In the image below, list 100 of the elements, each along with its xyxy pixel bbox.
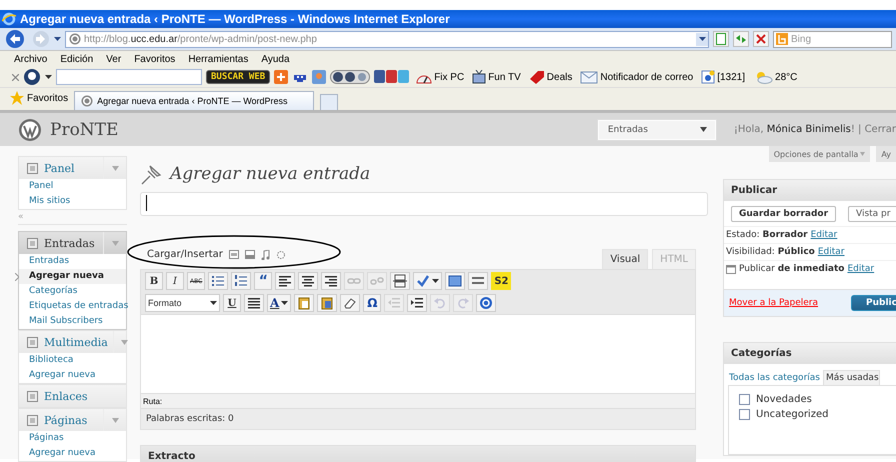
menu-item[interactable]: Ayuda	[260, 54, 291, 64]
sidebar-item[interactable]: Categorías	[19, 284, 126, 299]
edit-link[interactable]: Editar	[847, 264, 874, 274]
toolbar-search-field[interactable]	[56, 69, 202, 85]
checkbox[interactable]	[739, 394, 750, 405]
menu-section-header[interactable]: Panel	[19, 157, 126, 179]
bullet-list-button[interactable]	[208, 272, 228, 290]
menu-section-header[interactable]: Entradas	[19, 232, 126, 254]
menu-section-header[interactable]: Páginas	[19, 409, 126, 431]
sidebar-item[interactable]: Entradas	[19, 254, 126, 269]
toolbar-item[interactable]: Fun TV	[470, 70, 523, 84]
toolbar-item[interactable]: Notificador de correo	[578, 70, 696, 84]
social-icons-icon[interactable]	[374, 70, 410, 84]
sidebar-item[interactable]: Biblioteca	[19, 353, 126, 368]
post-title-field[interactable]	[140, 192, 708, 216]
justify-icon	[247, 296, 261, 310]
indent-button[interactable]	[407, 294, 428, 312]
plus-icon[interactable]	[274, 70, 288, 84]
menu-item[interactable]: Ver	[105, 54, 122, 64]
screen-options-tab[interactable]: Opciones de pantalla	[768, 146, 870, 162]
menu-section-header[interactable]: Enlaces	[19, 385, 126, 407]
menu-item[interactable]: Herramientas	[187, 54, 250, 64]
spellcheck-button[interactable]	[413, 272, 442, 290]
refresh-button[interactable]	[733, 31, 749, 47]
search-field[interactable]: Bing	[773, 30, 892, 48]
menu-item[interactable]: Edición	[59, 54, 94, 64]
underline-button[interactable]: U	[223, 294, 241, 312]
category-tab[interactable]: Todas las categorías	[726, 370, 821, 385]
subscribe2-button[interactable]: S2	[491, 272, 512, 290]
trash-link[interactable]: Mover a la Papelera	[729, 298, 818, 308]
search-field[interactable]: Bing	[791, 34, 881, 44]
edit-link[interactable]: Editar	[810, 230, 838, 240]
bold-button[interactable]: B	[145, 272, 163, 290]
favorites-button[interactable]: Favoritos	[10, 91, 68, 110]
close-icon[interactable]	[12, 74, 19, 80]
justify-button[interactable]	[244, 294, 264, 312]
publish-button[interactable]: Public	[851, 295, 896, 311]
site-name[interactable]: ProNTE	[50, 120, 118, 140]
numbered-list-button[interactable]	[231, 272, 252, 290]
save-draft-button[interactable]: Guardar borrador	[731, 206, 836, 222]
text-color-button[interactable]: A	[267, 294, 292, 312]
preview-button[interactable]: Vista pr	[848, 206, 896, 222]
sidebar-item[interactable]: Agregar nueva	[19, 446, 126, 461]
italic-button[interactable]: I	[166, 272, 184, 290]
music-note-icon[interactable]	[260, 250, 270, 260]
toolbar-item[interactable]: 28°C	[751, 70, 800, 84]
category-tab[interactable]: Más usadas	[822, 370, 880, 385]
edit-link[interactable]: Editar	[818, 247, 844, 257]
clipboard-icon	[320, 296, 334, 310]
dropdown-arrow-icon	[112, 418, 118, 422]
sidebar-item[interactable]: Páginas	[19, 431, 126, 446]
special-character-button[interactable]: Ω	[363, 294, 382, 312]
checkbox[interactable]	[739, 409, 750, 420]
stop-button[interactable]	[753, 31, 769, 47]
indent-icon	[410, 296, 424, 310]
editor-tab[interactable]: Visual	[602, 249, 648, 269]
sidebar-item[interactable]: Mail Subscribers	[19, 314, 126, 329]
menu-item[interactable]: Favoritos	[133, 54, 176, 64]
sidebar-item[interactable]: Mis sitios	[19, 194, 126, 209]
kitchen-sink-button[interactable]	[468, 272, 488, 290]
format-select[interactable]: Formato	[145, 294, 220, 312]
remove-format-button[interactable]	[340, 294, 360, 312]
align-right-button[interactable]	[321, 272, 342, 290]
paste-text-button[interactable]	[294, 294, 314, 312]
video-icon[interactable]	[244, 250, 255, 259]
search-engine-icon	[776, 33, 788, 45]
menu-section-header[interactable]: Multimedia	[19, 331, 126, 353]
compatibility-button[interactable]	[713, 31, 729, 47]
image-icon[interactable]	[228, 250, 239, 259]
clipboard-icon	[297, 296, 312, 310]
wordpress-logo-icon	[81, 95, 94, 107]
bullet-list-icon	[211, 274, 226, 288]
toolbar-item[interactable]: [1321]	[699, 70, 748, 84]
blockquote-button[interactable]: “	[254, 272, 272, 290]
align-center-button[interactable]	[298, 272, 318, 290]
excerpt-header[interactable]: Extracto	[140, 445, 696, 462]
media-controls-icon[interactable]	[330, 70, 370, 84]
sidebar-item[interactable]: Panel	[19, 179, 126, 194]
upload-label: Cargar/Insertar	[147, 249, 223, 260]
help-button[interactable]	[476, 294, 496, 312]
dropdown-arrow-icon[interactable]	[45, 75, 52, 79]
more-tag-button[interactable]	[390, 272, 410, 290]
toolbar-item[interactable]: Fix PC	[414, 70, 466, 84]
address-field[interactable]: http://blog.ucc.edu.ar/pronte/wp-admin/post-new.php	[65, 30, 709, 48]
web-search-button[interactable]: BUSCAR WEB	[206, 70, 270, 84]
browser-tab[interactable]: Agregar nueva entrada ‹ ProNTE — WordPress	[74, 91, 314, 110]
checkmark-icon	[416, 274, 430, 288]
sidebar-item[interactable]: Agregar nueva	[19, 368, 126, 383]
paste-word-button[interactable]	[317, 294, 338, 312]
dropdown-arrow-icon[interactable]	[54, 37, 61, 41]
fullscreen-button[interactable]	[445, 272, 466, 290]
toolbar-item[interactable]: Deals	[526, 70, 574, 84]
sidebar-item[interactable]: Etiquetas de entradas	[19, 299, 126, 314]
joystick-icon[interactable]	[312, 70, 326, 84]
text-cursor	[146, 195, 147, 211]
menu-item[interactable]: Archivo	[13, 54, 48, 64]
dropdown-arrow-icon	[121, 340, 128, 344]
screen-options-tab[interactable]: Ay	[876, 146, 896, 162]
align-left-button[interactable]	[275, 272, 296, 290]
favorites-dropdown[interactable]: Entradas	[598, 120, 716, 140]
